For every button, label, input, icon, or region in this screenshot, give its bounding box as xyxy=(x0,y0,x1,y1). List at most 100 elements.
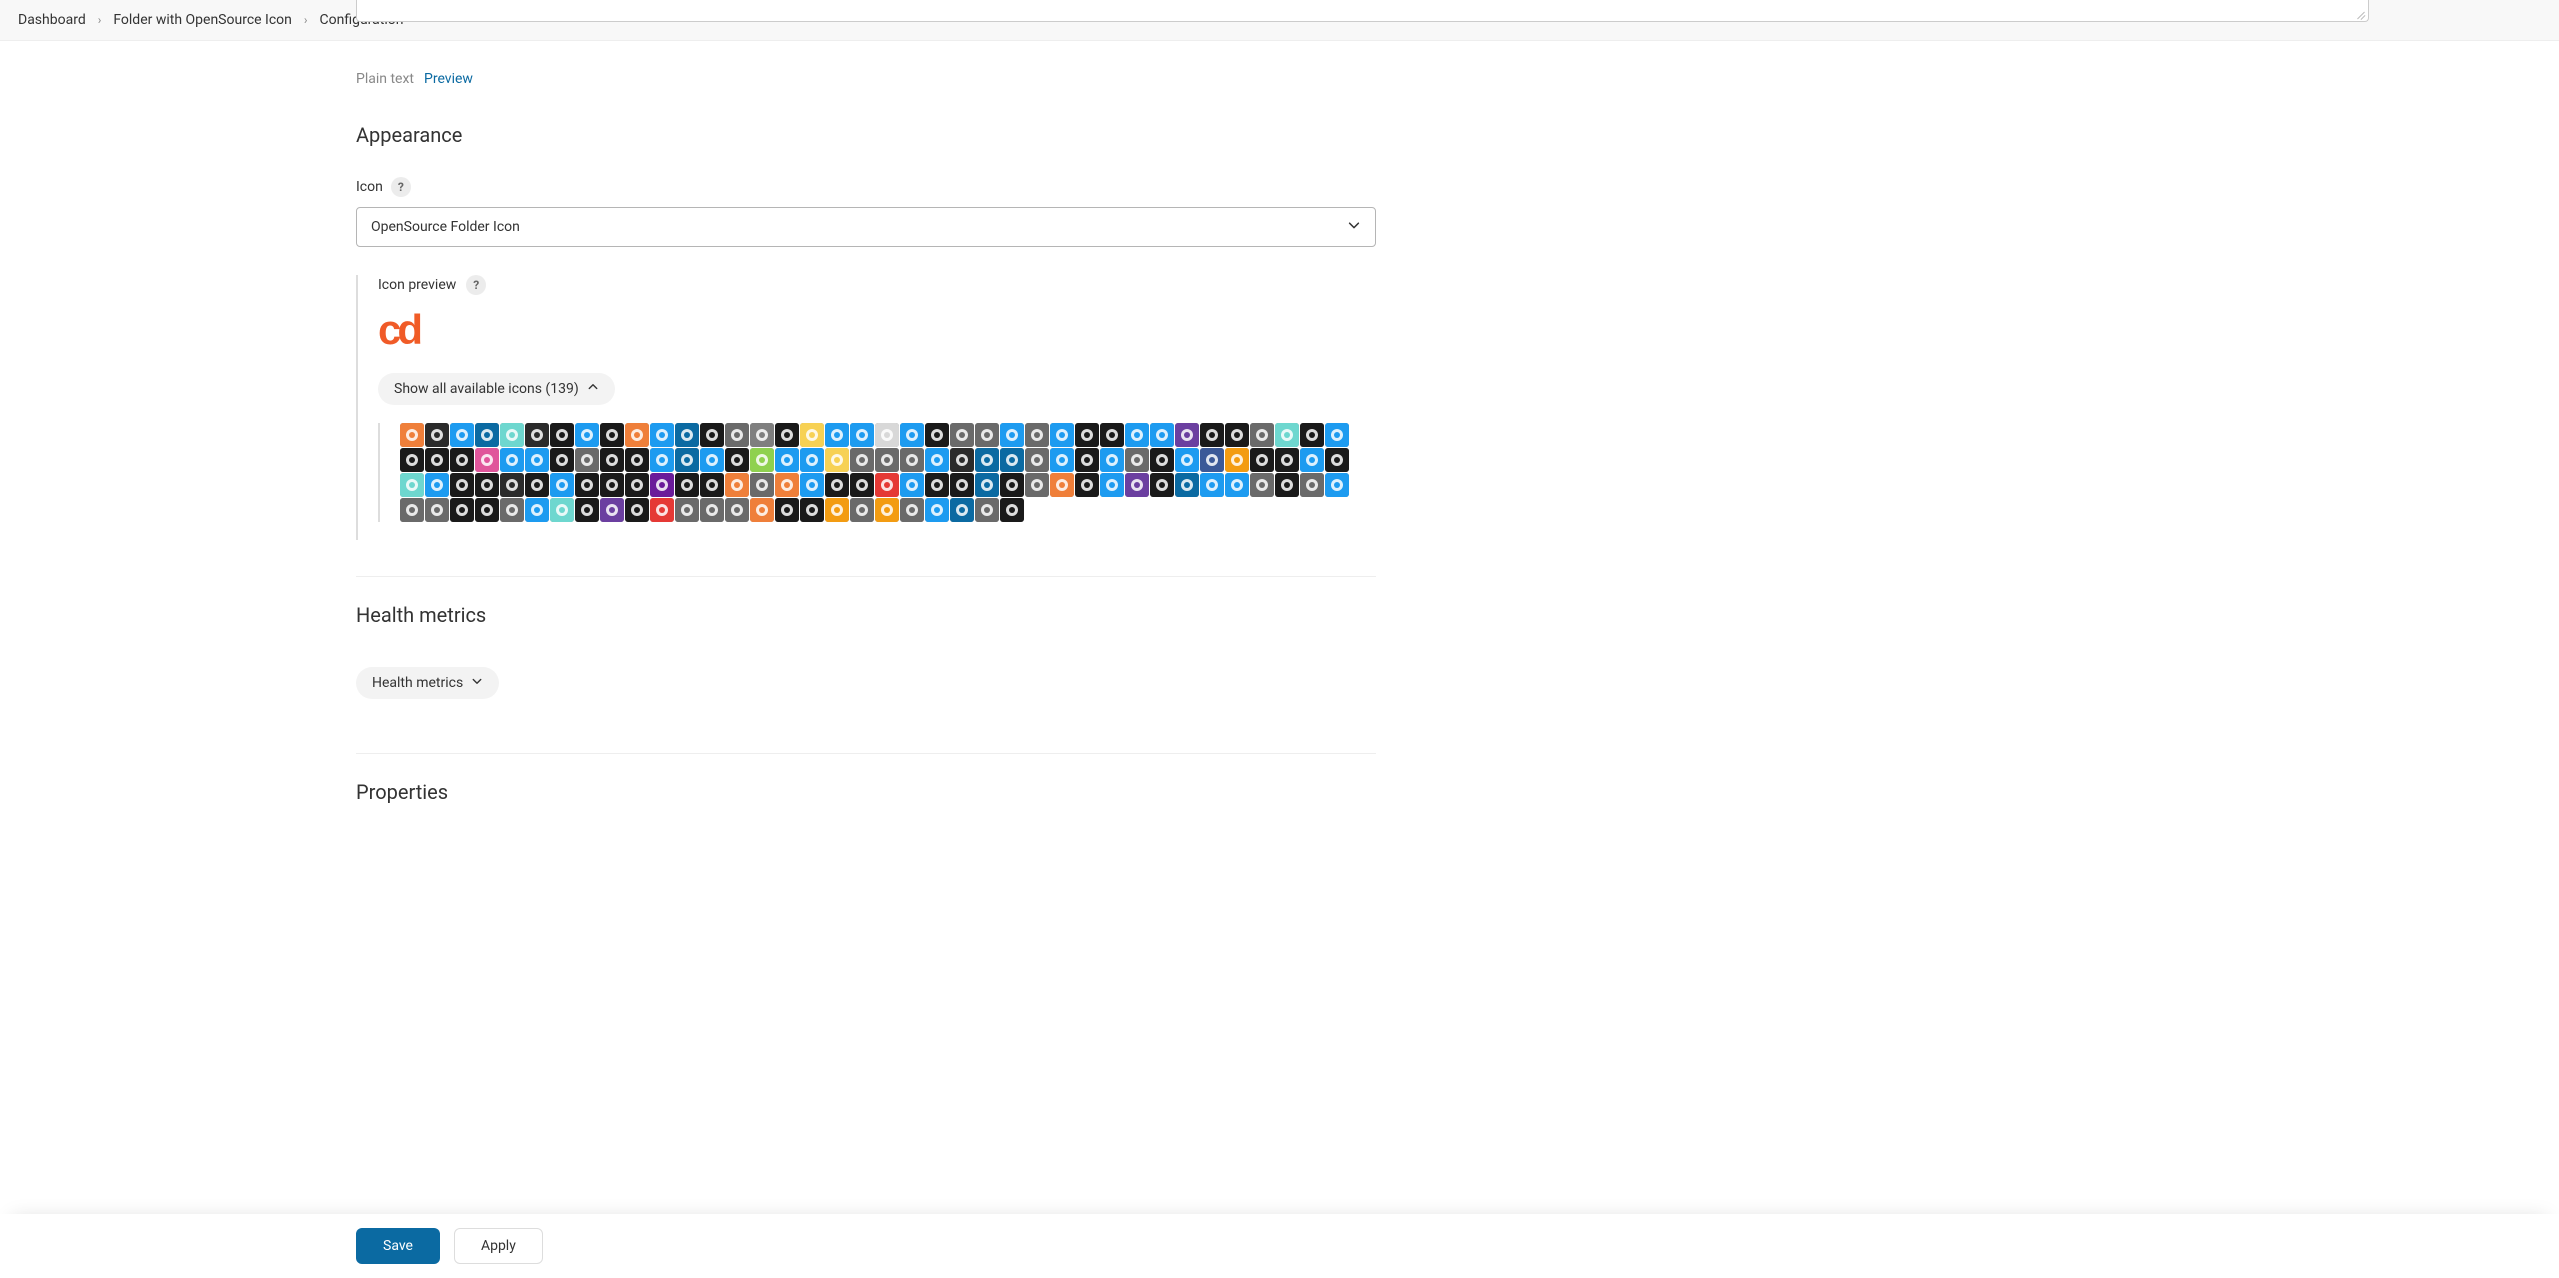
icon-option[interactable] xyxy=(950,498,974,522)
icon-option[interactable] xyxy=(450,498,474,522)
icon-option[interactable] xyxy=(750,423,774,447)
icon-option[interactable] xyxy=(575,498,599,522)
icon-option[interactable] xyxy=(1125,423,1149,447)
icon-option[interactable] xyxy=(1000,423,1024,447)
icon-option[interactable] xyxy=(950,473,974,497)
icon-option[interactable] xyxy=(775,498,799,522)
icon-option[interactable] xyxy=(700,448,724,472)
icon-option[interactable] xyxy=(1100,423,1124,447)
tab-preview[interactable]: Preview xyxy=(424,71,473,87)
icon-option[interactable] xyxy=(450,423,474,447)
icon-option[interactable] xyxy=(1050,448,1074,472)
icon-option[interactable] xyxy=(575,448,599,472)
icon-option[interactable] xyxy=(1275,448,1299,472)
icon-option[interactable] xyxy=(625,448,649,472)
icon-option[interactable] xyxy=(500,498,524,522)
icon-option[interactable] xyxy=(500,473,524,497)
icon-option[interactable] xyxy=(650,423,674,447)
icon-option[interactable] xyxy=(800,473,824,497)
icon-option[interactable] xyxy=(850,448,874,472)
icon-option[interactable] xyxy=(700,423,724,447)
icon-option[interactable] xyxy=(900,498,924,522)
icon-option[interactable] xyxy=(575,473,599,497)
icon-option[interactable] xyxy=(1025,423,1049,447)
icon-option[interactable] xyxy=(925,498,949,522)
icon-option[interactable] xyxy=(600,448,624,472)
icon-option[interactable] xyxy=(775,423,799,447)
icon-option[interactable] xyxy=(1075,423,1099,447)
icon-option[interactable] xyxy=(600,498,624,522)
icon-option[interactable] xyxy=(475,498,499,522)
icon-option[interactable] xyxy=(1175,423,1199,447)
icon-option[interactable] xyxy=(1075,448,1099,472)
apply-button[interactable]: Apply xyxy=(454,1228,543,1264)
icon-option[interactable] xyxy=(475,473,499,497)
icon-option[interactable] xyxy=(475,423,499,447)
icon-option[interactable] xyxy=(700,498,724,522)
icon-option[interactable] xyxy=(850,473,874,497)
icon-option[interactable] xyxy=(1050,423,1074,447)
icon-option[interactable] xyxy=(525,498,549,522)
icon-option[interactable] xyxy=(625,473,649,497)
icon-option[interactable] xyxy=(1325,423,1349,447)
icon-option[interactable] xyxy=(650,448,674,472)
icon-option[interactable] xyxy=(550,498,574,522)
icon-option[interactable] xyxy=(825,423,849,447)
icon-option[interactable] xyxy=(800,448,824,472)
icon-option[interactable] xyxy=(1225,423,1249,447)
icon-option[interactable] xyxy=(1025,473,1049,497)
icon-option[interactable] xyxy=(400,448,424,472)
icon-option[interactable] xyxy=(975,498,999,522)
textarea-bottom-edge[interactable] xyxy=(356,0,2369,22)
icon-option[interactable] xyxy=(525,423,549,447)
breadcrumb-dashboard[interactable]: Dashboard xyxy=(18,12,86,28)
icon-option[interactable] xyxy=(925,448,949,472)
icon-option[interactable] xyxy=(875,423,899,447)
icon-option[interactable] xyxy=(1275,423,1299,447)
icon-option[interactable] xyxy=(1300,473,1324,497)
icon-option[interactable] xyxy=(1200,448,1224,472)
icon-option[interactable] xyxy=(1250,473,1274,497)
icon-option[interactable] xyxy=(1100,448,1124,472)
icon-option[interactable] xyxy=(675,423,699,447)
icon-option[interactable] xyxy=(575,423,599,447)
icon-option[interactable] xyxy=(750,448,774,472)
icon-option[interactable] xyxy=(775,448,799,472)
icon-option[interactable] xyxy=(1150,423,1174,447)
icon-option[interactable] xyxy=(525,448,549,472)
icon-option[interactable] xyxy=(500,448,524,472)
icon-option[interactable] xyxy=(450,448,474,472)
icon-option[interactable] xyxy=(850,423,874,447)
icon-option[interactable] xyxy=(1200,473,1224,497)
icon-option[interactable] xyxy=(1150,473,1174,497)
icon-option[interactable] xyxy=(1000,473,1024,497)
icon-option[interactable] xyxy=(400,498,424,522)
icon-option[interactable] xyxy=(1000,448,1024,472)
icon-option[interactable] xyxy=(425,473,449,497)
icon-option[interactable] xyxy=(1075,473,1099,497)
icon-option[interactable] xyxy=(625,498,649,522)
icon-option[interactable] xyxy=(1200,423,1224,447)
help-icon[interactable]: ? xyxy=(391,177,411,197)
icon-option[interactable] xyxy=(1175,448,1199,472)
icon-option[interactable] xyxy=(425,423,449,447)
icon-option[interactable] xyxy=(625,423,649,447)
icon-option[interactable] xyxy=(1300,423,1324,447)
icon-option[interactable] xyxy=(550,473,574,497)
icon-option[interactable] xyxy=(475,448,499,472)
icon-option[interactable] xyxy=(1300,448,1324,472)
icon-option[interactable] xyxy=(400,473,424,497)
icon-option[interactable] xyxy=(675,473,699,497)
icon-option[interactable] xyxy=(825,473,849,497)
icon-option[interactable] xyxy=(1225,448,1249,472)
icon-select[interactable]: OpenSource Folder Icon xyxy=(356,207,1376,247)
icon-option[interactable] xyxy=(925,423,949,447)
icon-option[interactable] xyxy=(450,473,474,497)
icon-option[interactable] xyxy=(650,473,674,497)
icon-option[interactable] xyxy=(550,448,574,472)
icon-option[interactable] xyxy=(800,498,824,522)
icon-option[interactable] xyxy=(875,473,899,497)
health-metrics-button[interactable]: Health metrics xyxy=(356,667,499,699)
icon-option[interactable] xyxy=(1125,448,1149,472)
icon-option[interactable] xyxy=(1250,448,1274,472)
